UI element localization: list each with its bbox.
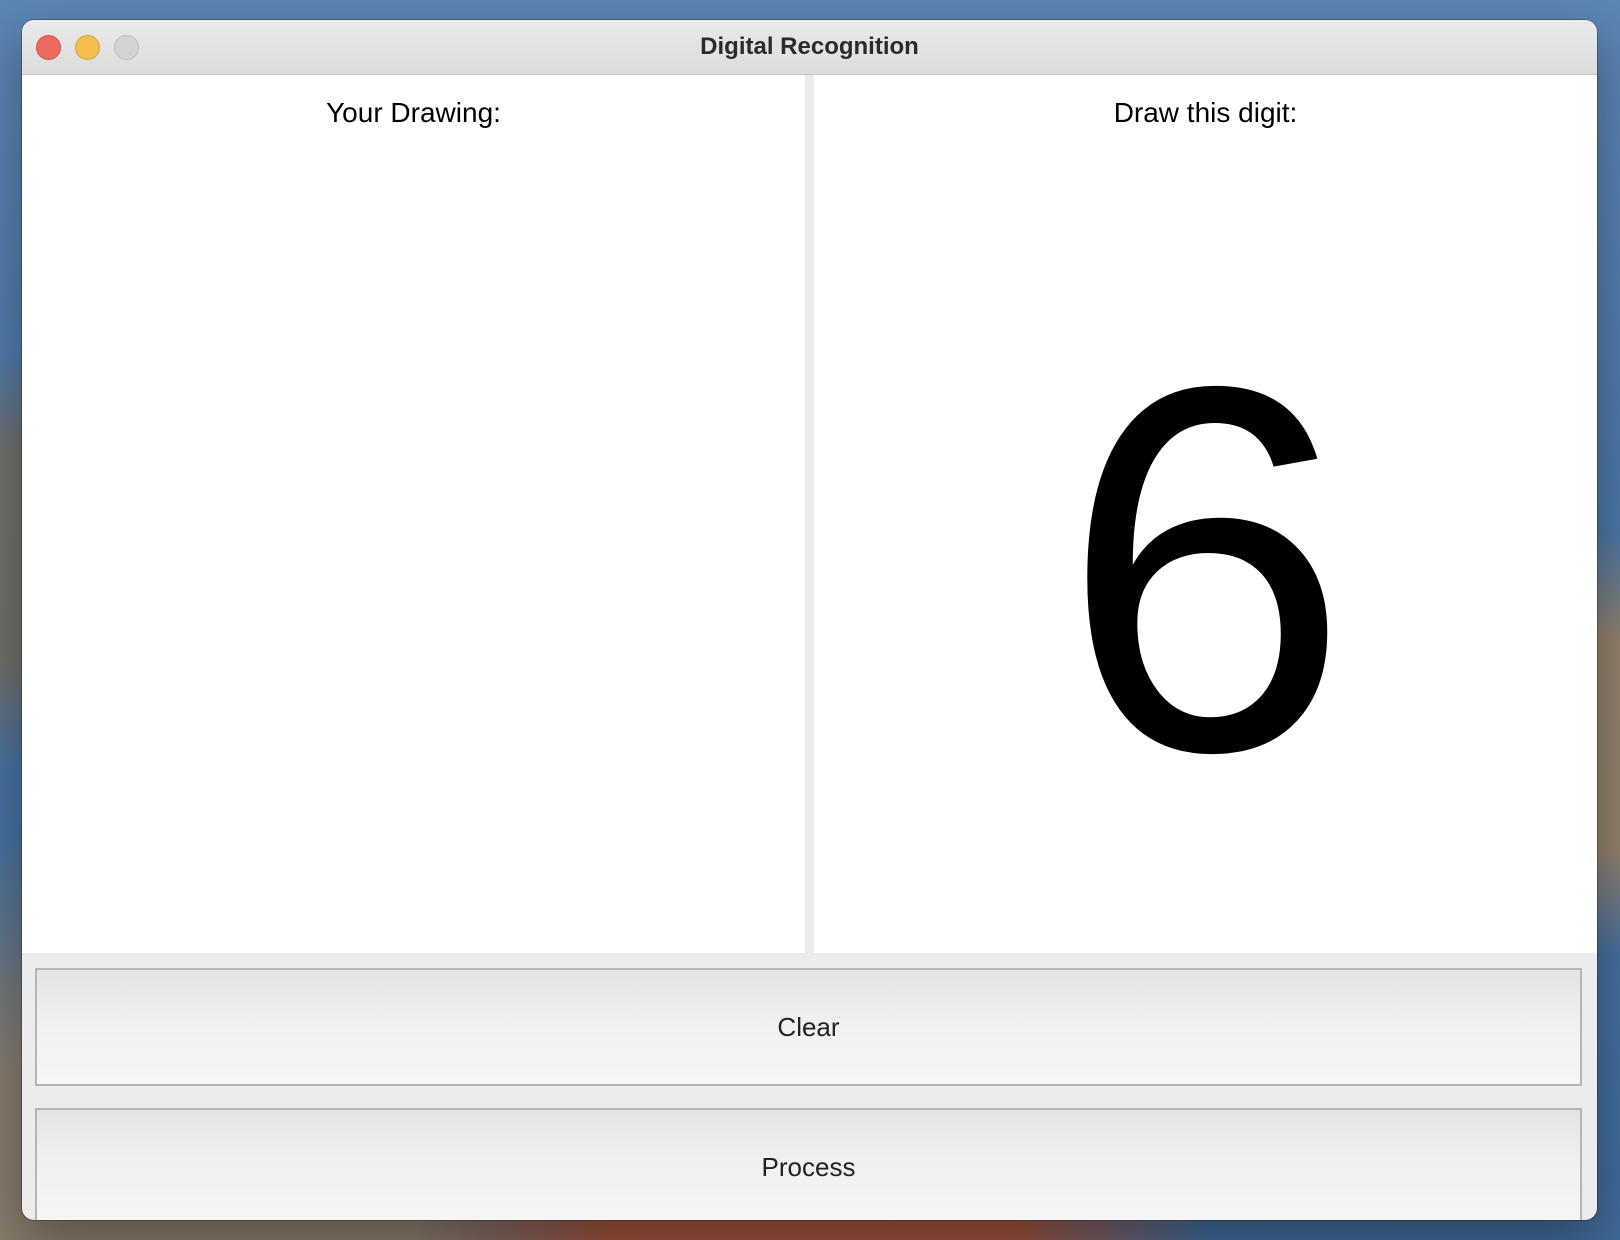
drawing-panel: Your Drawing: xyxy=(22,75,805,953)
process-button[interactable]: Process xyxy=(35,1108,1582,1220)
title-bar[interactable]: Digital Recognition xyxy=(22,20,1597,75)
target-digit-panel: Draw this digit: 6 xyxy=(814,75,1597,953)
drawing-canvas[interactable] xyxy=(22,150,805,953)
target-digit: 6 xyxy=(1060,279,1351,860)
app-window: Digital Recognition Your Drawing: Draw t… xyxy=(22,20,1597,1220)
minimize-window-button[interactable] xyxy=(75,35,100,60)
window-title: Digital Recognition xyxy=(700,33,919,60)
panels-container: Your Drawing: Draw this digit: 6 xyxy=(22,75,1597,953)
close-window-button[interactable] xyxy=(36,35,61,60)
drawing-panel-label: Your Drawing: xyxy=(326,97,501,128)
clear-button[interactable]: Clear xyxy=(35,968,1582,1086)
zoom-window-button[interactable] xyxy=(114,35,139,60)
target-digit-panel-label: Draw this digit: xyxy=(1113,97,1298,128)
